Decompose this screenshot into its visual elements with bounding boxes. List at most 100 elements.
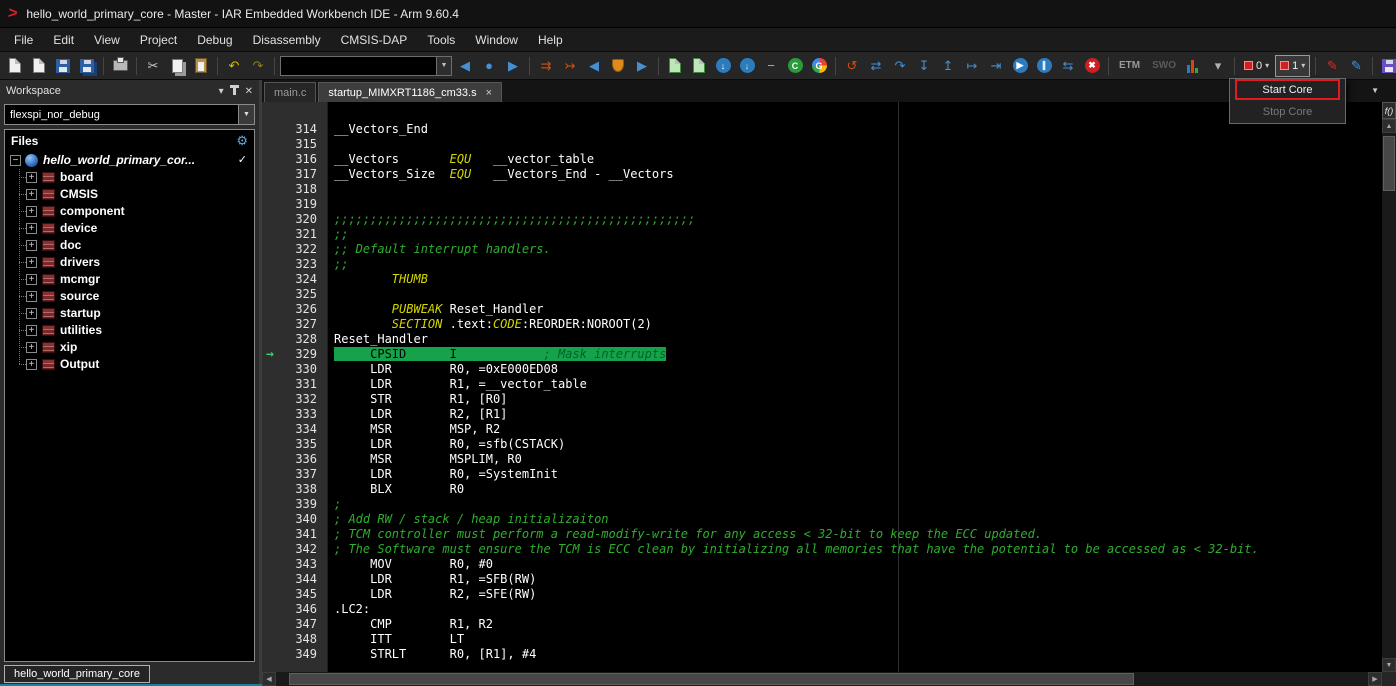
save-all-icon[interactable] [76, 55, 98, 77]
core-0-button[interactable]: 0▾ [1240, 55, 1273, 77]
menu-help[interactable]: Help [528, 30, 573, 50]
move-to-pc-icon[interactable]: ↣ [559, 55, 581, 77]
new-file-icon[interactable] [4, 55, 26, 77]
save-icon[interactable] [52, 55, 74, 77]
menu-item-start-core[interactable]: Start Core [1230, 79, 1345, 101]
cut-icon[interactable]: ✂ [142, 55, 164, 77]
horizontal-scroll-track[interactable] [276, 672, 1368, 686]
expand-icon[interactable]: + [26, 308, 37, 319]
cspy-icon[interactable]: C [784, 55, 806, 77]
menu-file[interactable]: File [4, 30, 43, 50]
tree-item-device[interactable]: +device [5, 220, 254, 237]
redo-icon[interactable]: ↷ [247, 55, 269, 77]
breakpoint-shield-icon[interactable] [607, 55, 629, 77]
core-1-button[interactable]: 1▾ [1275, 55, 1310, 77]
tree-item-source[interactable]: +source [5, 288, 254, 305]
expand-icon[interactable]: + [26, 325, 37, 336]
undo-icon[interactable]: ↶ [223, 55, 245, 77]
find-previous-icon[interactable]: ◀ [454, 55, 476, 77]
vertical-scrollbar[interactable]: f() ▲ ▼ [1382, 102, 1396, 672]
go-icon[interactable]: ▶ [1009, 55, 1031, 77]
next-statement-blue-icon[interactable]: ↦ [961, 55, 983, 77]
tree-item-utilities[interactable]: +utilities [5, 322, 254, 339]
break-icon[interactable]: ⇄ [865, 55, 887, 77]
vertical-scroll-track[interactable] [1382, 133, 1396, 658]
expand-icon[interactable]: + [26, 172, 37, 183]
stop-icon[interactable]: ✖ [1081, 55, 1103, 77]
chevron-down-icon[interactable]: ▼ [238, 105, 254, 124]
prev-bookmark-icon[interactable]: ◀ [583, 55, 605, 77]
config-dropdown[interactable]: flexspi_nor_debug ▼ [4, 104, 255, 125]
step-over-icon[interactable]: ↷ [889, 55, 911, 77]
menu-tools[interactable]: Tools [417, 30, 465, 50]
close-tab-icon[interactable]: × [486, 87, 492, 99]
horizontal-scrollbar[interactable]: ◀ ▶ [262, 672, 1396, 686]
stop-debug-icon[interactable]: ⇆ [1057, 55, 1079, 77]
menu-view[interactable]: View [84, 30, 130, 50]
step-out-icon[interactable]: ↥ [937, 55, 959, 77]
tree-item-cmsis[interactable]: +CMSIS [5, 186, 254, 203]
etm-label[interactable]: ETM [1114, 60, 1145, 71]
tree-item-xip[interactable]: +xip [5, 339, 254, 356]
open-file-icon[interactable] [28, 55, 50, 77]
menu-cmsis-dap[interactable]: CMSIS-DAP [331, 30, 418, 50]
goto-function-button[interactable]: f() [1382, 102, 1396, 119]
trace-chart-icon[interactable] [1183, 55, 1205, 77]
scroll-left-icon[interactable]: ◀ [262, 672, 276, 686]
search-combo[interactable]: ▼ [280, 56, 452, 76]
menu-project[interactable]: Project [130, 30, 187, 50]
next-bookmark-icon[interactable]: ▶ [631, 55, 653, 77]
tree-item-doc[interactable]: +doc [5, 237, 254, 254]
tree-item-component[interactable]: +component [5, 203, 254, 220]
expand-icon[interactable]: + [26, 206, 37, 217]
reset-icon[interactable]: ↺ [841, 55, 863, 77]
tab-main-c[interactable]: main.c [264, 82, 316, 102]
make-icon[interactable] [664, 55, 686, 77]
swo-label[interactable]: SWO [1147, 60, 1181, 71]
find-next-icon[interactable]: ▶ [502, 55, 524, 77]
download-icon[interactable]: ↓ [712, 55, 734, 77]
expand-icon[interactable]: + [26, 257, 37, 268]
collapse-icon[interactable]: − [10, 155, 21, 166]
tree-item-mcmgr[interactable]: +mcmgr [5, 271, 254, 288]
find-bookmark-icon[interactable]: ● [478, 55, 500, 77]
scroll-right-icon[interactable]: ▶ [1368, 672, 1382, 686]
run-to-cursor-icon[interactable]: ⇥ [985, 55, 1007, 77]
pin-icon[interactable] [233, 88, 236, 95]
dock-menu-icon[interactable]: ▾ [219, 86, 224, 97]
expand-icon[interactable]: + [26, 291, 37, 302]
menu-disassembly[interactable]: Disassembly [243, 30, 331, 50]
workspace-bottom-tab[interactable]: hello_world_primary_core [4, 665, 150, 683]
next-statement-icon[interactable]: ⇉ [535, 55, 557, 77]
horizontal-scroll-thumb[interactable] [289, 673, 1134, 685]
print-icon[interactable] [109, 55, 131, 77]
expand-icon[interactable]: + [26, 189, 37, 200]
scroll-up-icon[interactable]: ▲ [1382, 119, 1396, 133]
tree-item-output[interactable]: +Output [5, 356, 254, 373]
expand-icon[interactable]: + [26, 342, 37, 353]
expand-icon[interactable]: + [26, 223, 37, 234]
paste-icon[interactable] [190, 55, 212, 77]
tab-startup-mimxrt1186-cm33-s[interactable]: startup_MIMXRT1186_cm33.s× [318, 82, 502, 102]
vertical-scroll-thumb[interactable] [1383, 136, 1395, 191]
step-into-icon[interactable]: ↧ [913, 55, 935, 77]
tree-item-drivers[interactable]: +drivers [5, 254, 254, 271]
probe-blue-pen-icon[interactable]: ✎ [1345, 55, 1367, 77]
menu-edit[interactable]: Edit [43, 30, 84, 50]
flash-save-icon[interactable] [1378, 55, 1396, 77]
tree-item-board[interactable]: +board [5, 169, 254, 186]
tab-list-icon[interactable]: ▼ [1371, 86, 1379, 95]
code-editor[interactable]: 314__Vectors_End315316__Vectors EQU __ve… [262, 102, 1382, 672]
expand-icon[interactable]: + [26, 359, 37, 370]
trace-dropdown-icon[interactable]: ▾ [1207, 55, 1229, 77]
gear-icon[interactable]: ⚙ [236, 133, 248, 149]
close-icon[interactable]: ✕ [245, 86, 253, 97]
download-active-icon[interactable]: ↓ [736, 55, 758, 77]
expand-icon[interactable]: + [26, 274, 37, 285]
erase-memory-icon[interactable]: − [760, 55, 782, 77]
probe-red-pen-icon[interactable]: ✎ [1321, 55, 1343, 77]
compile-icon[interactable] [688, 55, 710, 77]
launcher-icon[interactable]: G [808, 55, 830, 77]
scroll-down-icon[interactable]: ▼ [1382, 658, 1396, 672]
copy-icon[interactable] [166, 55, 188, 77]
